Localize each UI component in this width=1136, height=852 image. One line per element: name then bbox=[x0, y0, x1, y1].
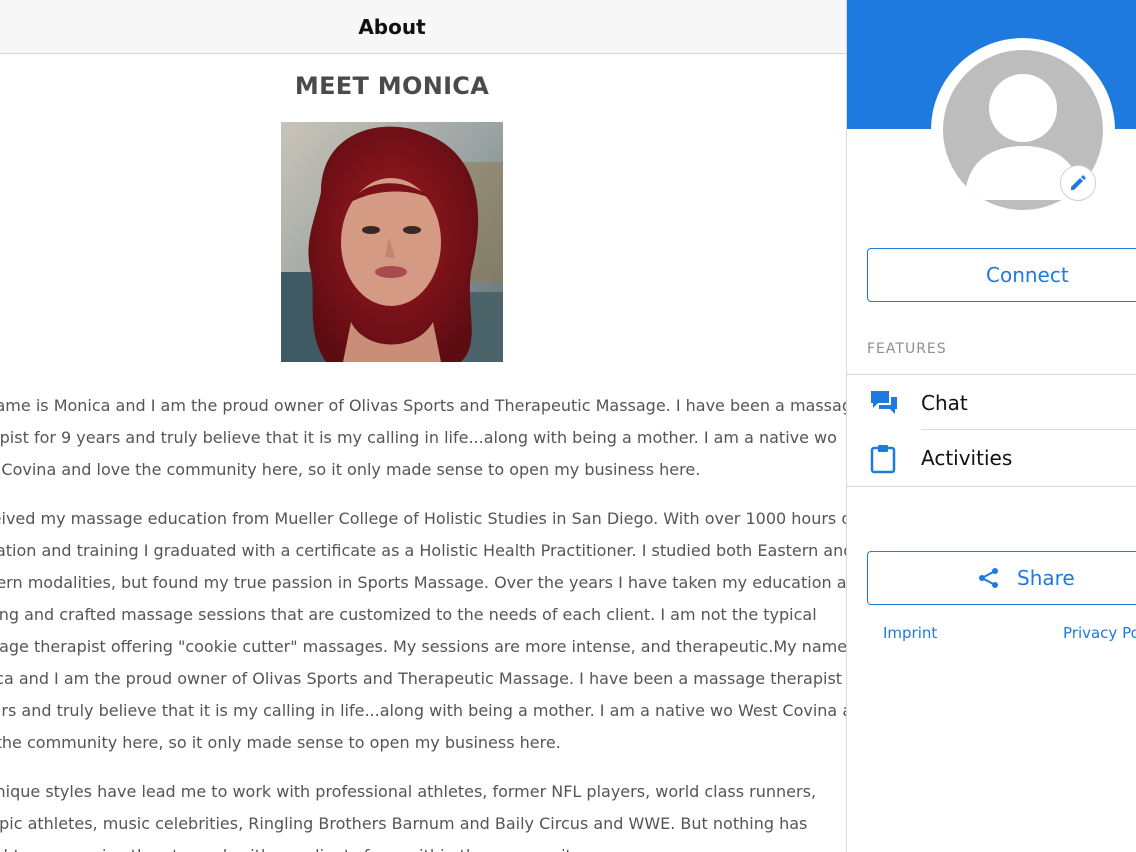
paragraph-line: Western modalities, but found my true pa… bbox=[0, 573, 846, 592]
paragraph-line: 9 years and truly believe that it is my … bbox=[0, 701, 846, 720]
feature-label: Chat bbox=[921, 391, 968, 415]
page-title: About bbox=[358, 15, 426, 39]
edit-avatar-button[interactable] bbox=[1060, 165, 1096, 201]
about-paragraph: I received my massage education from Mue… bbox=[0, 503, 846, 759]
about-text: My name is Monica and I am the proud own… bbox=[0, 390, 846, 852]
paragraph-line: My name is Monica and I am the proud own… bbox=[0, 396, 846, 415]
paragraph-line: Monica and I am the proud owner of Oliva… bbox=[0, 669, 846, 688]
profile-photo bbox=[281, 122, 503, 362]
paragraph-line: West Covina and love the community here,… bbox=[0, 460, 701, 479]
feature-label: Activities bbox=[921, 446, 1013, 470]
connect-button[interactable]: Connect bbox=[867, 248, 1136, 302]
share-icon bbox=[979, 568, 998, 588]
paragraph-line: love the community here, so it only made… bbox=[0, 733, 561, 752]
about-paragraph: My unique styles have lead me to work wi… bbox=[0, 776, 833, 852]
paragraph-line: therapist for 9 years and truly believe … bbox=[0, 428, 837, 447]
about-content[interactable]: MEET MONICA My name is Monica and I am t… bbox=[0, 54, 846, 852]
profile-sidebar: Connect FEATURES Chat Activities Share I… bbox=[846, 0, 1136, 852]
about-pane: ck About MEET MONICA bbox=[0, 0, 846, 852]
chat-icon bbox=[871, 391, 897, 414]
about-heading: MEET MONICA bbox=[294, 72, 490, 100]
paragraph-line: My unique styles have lead me to work wi… bbox=[0, 782, 817, 801]
share-button[interactable]: Share bbox=[867, 551, 1136, 605]
paragraph-line: training and crafted massage sessions th… bbox=[0, 605, 817, 624]
feature-item-chat[interactable]: Chat bbox=[847, 375, 1136, 430]
navigation-bar: ck About bbox=[0, 0, 846, 54]
clipboard-icon bbox=[870, 445, 896, 474]
pencil-icon bbox=[1071, 175, 1086, 190]
paragraph-line: Olympic athletes, music celebrities, Rin… bbox=[0, 814, 808, 833]
imprint-link[interactable]: Imprint bbox=[883, 624, 937, 642]
privacy-policy-link[interactable]: Privacy Po bbox=[1063, 624, 1136, 642]
connect-label: Connect bbox=[986, 263, 1069, 287]
divider bbox=[847, 486, 1136, 487]
paragraph-line: education and training I graduated with … bbox=[0, 541, 846, 560]
paragraph-line: brought me more joy than to work with my… bbox=[0, 840, 833, 852]
about-paragraph: My name is Monica and I am the proud own… bbox=[0, 390, 846, 486]
paragraph-line: I received my massage education from Mue… bbox=[0, 509, 846, 528]
share-label: Share bbox=[1017, 566, 1075, 590]
features-heading: FEATURES bbox=[867, 341, 947, 357]
paragraph-line: massage therapist offering "cookie cutte… bbox=[0, 637, 846, 656]
feature-item-activities[interactable]: Activities bbox=[847, 430, 1136, 485]
